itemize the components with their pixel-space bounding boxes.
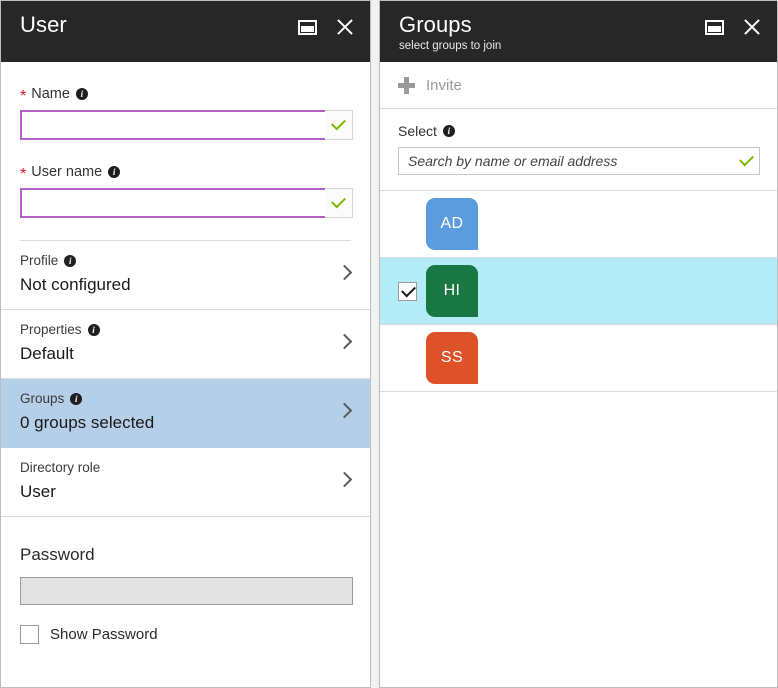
name-input[interactable]: [20, 110, 325, 140]
azure-portal-blades: User * Name i * User name i Profile i No…: [0, 0, 778, 688]
maximize-icon: [297, 19, 317, 35]
group-list-item[interactable]: AD: [380, 191, 777, 258]
groups-toolbar: Invite: [380, 62, 777, 109]
nav-row-title-text: Properties: [20, 322, 82, 337]
nav-row-value: 0 groups selected: [20, 413, 155, 432]
groups-header-actions: [703, 8, 763, 38]
name-valid-indicator: [325, 110, 353, 140]
groups-blade-title: Groups: [399, 12, 472, 37]
user-title-wrap: User: [20, 8, 296, 38]
group-row-filler: [478, 258, 777, 324]
invite-label: Invite: [426, 76, 462, 94]
show-password-checkbox[interactable]: [20, 625, 39, 644]
close-icon: [742, 17, 762, 37]
group-checkbox[interactable]: [397, 281, 417, 301]
nav-row-directory-role[interactable]: Directory role User: [1, 448, 370, 517]
nav-row-title-text: Groups: [20, 391, 65, 406]
user-blade-header: User: [1, 1, 370, 62]
password-heading: Password: [20, 545, 95, 564]
group-avatar: AD: [426, 198, 478, 250]
check-icon: [331, 115, 346, 131]
user-blade-title: User: [20, 12, 67, 37]
group-list-item[interactable]: HI: [380, 258, 777, 325]
nav-row-value: Not configured: [20, 275, 131, 294]
username-label: * User name i: [20, 163, 351, 183]
check-icon: [739, 151, 754, 167]
username-valid-indicator: [325, 188, 353, 218]
group-search-input[interactable]: [398, 147, 734, 175]
name-input-row: [20, 110, 353, 140]
info-icon[interactable]: i: [70, 392, 83, 405]
groups-blade-header: Groups select groups to join: [380, 1, 777, 62]
plus-icon: [398, 76, 415, 94]
info-icon[interactable]: i: [87, 323, 100, 336]
password-section: Password Show Password: [1, 517, 370, 644]
group-list-item[interactable]: SS: [380, 325, 777, 392]
username-input[interactable]: [20, 188, 325, 218]
nav-row-properties[interactable]: Properties i Default: [1, 310, 370, 379]
group-search-valid-indicator: [734, 147, 760, 175]
username-field-block: * User name i: [20, 140, 353, 218]
user-form: * Name i * User name i: [1, 62, 370, 241]
invite-button[interactable]: Invite: [398, 76, 462, 94]
group-list: AD HI SS: [380, 191, 777, 392]
user-settings-list: Profile i Not configured Properties i De…: [1, 241, 370, 517]
info-icon[interactable]: i: [442, 125, 455, 137]
close-button[interactable]: [334, 16, 356, 38]
select-label-text: Select: [398, 123, 437, 139]
maximize-icon: [704, 19, 724, 35]
username-label-text: User name: [31, 164, 103, 180]
group-search-row: [398, 147, 760, 175]
name-field-block: * Name i: [20, 62, 353, 140]
nav-row-profile[interactable]: Profile i Not configured: [1, 241, 370, 310]
maximize-button[interactable]: [296, 16, 318, 38]
nav-row-value: User: [20, 482, 56, 501]
name-label: * Name i: [20, 85, 351, 105]
groups-blade: Groups select groups to join Invite Sele…: [379, 0, 778, 688]
info-icon[interactable]: i: [75, 88, 88, 100]
show-password-label: Show Password: [50, 626, 158, 643]
select-label: Select i: [398, 122, 759, 140]
name-label-text: Name: [31, 86, 70, 102]
group-avatar: SS: [426, 332, 478, 384]
groups-title-wrap: Groups select groups to join: [399, 8, 703, 54]
required-asterisk: *: [20, 88, 27, 105]
required-asterisk: *: [20, 166, 27, 183]
info-icon[interactable]: i: [108, 166, 121, 178]
close-button[interactable]: [741, 16, 763, 38]
groups-blade-body: Invite Select i AD: [380, 62, 777, 687]
nav-row-title: Properties i: [20, 321, 351, 338]
nav-row-title: Directory role: [20, 459, 351, 476]
group-avatar: HI: [426, 265, 478, 317]
check-icon: [331, 193, 346, 209]
close-icon: [335, 17, 355, 37]
nav-row-value: Default: [20, 344, 74, 363]
maximize-button[interactable]: [703, 16, 725, 38]
nav-row-title-text: Directory role: [20, 460, 101, 475]
nav-row-title: Profile i: [20, 252, 351, 269]
info-icon[interactable]: i: [64, 254, 77, 267]
username-input-row: [20, 188, 353, 218]
group-select-area: Select i: [380, 109, 777, 191]
user-blade-body: * Name i * User name i Profile i Not con…: [1, 62, 370, 687]
group-row-filler: [478, 191, 777, 257]
nav-row-title-text: Profile: [20, 253, 59, 268]
nav-row-title: Groups i: [20, 390, 351, 407]
user-header-actions: [296, 8, 356, 38]
group-row-filler: [478, 325, 777, 391]
nav-row-groups[interactable]: Groups i 0 groups selected: [1, 379, 370, 448]
groups-blade-subtitle: select groups to join: [399, 40, 502, 52]
user-blade: User * Name i * User name i Profile i No…: [0, 0, 371, 688]
group-checkbox-slot: [390, 281, 424, 301]
show-password-row[interactable]: Show Password: [20, 625, 351, 644]
password-input[interactable]: [20, 577, 353, 605]
